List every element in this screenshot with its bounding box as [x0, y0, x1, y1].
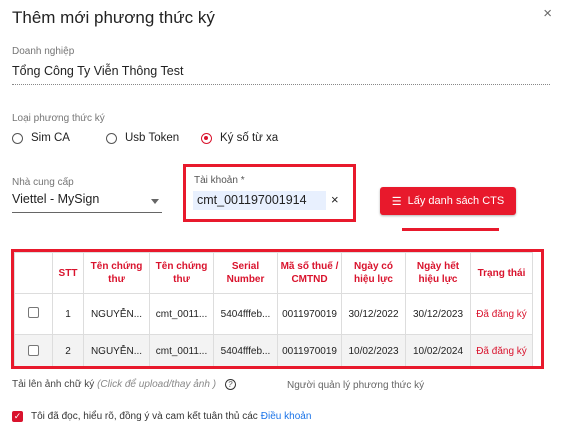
method-label: Loại phương thức ký — [12, 113, 105, 124]
help-icon[interactable]: ? — [224, 379, 236, 390]
provider-select[interactable]: Viettel - MySign — [12, 192, 99, 206]
upload-hint: (Click để upload/thay ảnh ) — [97, 379, 217, 390]
row-tax-id: 0011970019 — [277, 293, 342, 335]
header-select — [14, 252, 53, 294]
header-valid-from: Ngày có hiệu lực — [341, 252, 406, 294]
row-cert-name-2: cmt_0011... — [149, 293, 214, 335]
radio-label: Usb Token — [125, 132, 180, 144]
get-cts-list-button[interactable]: ☰ Lấy danh sách CTS — [380, 187, 516, 215]
row-checkbox[interactable] — [28, 344, 39, 356]
row-cert-name: NGUYỄN... — [83, 334, 150, 366]
manager-label: Người quản lý phương thức ký — [287, 380, 425, 391]
certificate-table: STT Tên chứng thư Tên chứng thư Serial N… — [11, 249, 544, 369]
radio-remote-sign[interactable]: Ký số từ xa — [201, 132, 278, 144]
account-label: Tài khoản * — [194, 175, 245, 186]
header-status: Trạng thái — [470, 252, 533, 294]
row-stt: 2 — [52, 334, 84, 366]
clear-icon[interactable]: × — [331, 192, 339, 207]
check-icon[interactable]: ✓ — [12, 411, 23, 422]
account-input[interactable]: cmt_001197001914 — [193, 191, 326, 210]
radio-icon — [106, 132, 117, 144]
upload-signature[interactable]: Tải lên ảnh chữ ký (Click để upload/thay… — [12, 379, 236, 390]
header-valid-to: Ngày hết hiệu lực — [405, 252, 471, 294]
row-status: Đã đăng ký — [470, 293, 533, 335]
radio-selected-icon — [201, 132, 212, 144]
row-valid-to: 10/02/2024 — [405, 334, 471, 366]
row-stt: 1 — [52, 293, 84, 335]
row-valid-from: 10/02/2023 — [341, 334, 406, 366]
header-cert-name: Tên chứng thư — [83, 252, 150, 294]
header-stt: STT — [52, 252, 84, 294]
row-serial: 5404fffeb... — [213, 293, 278, 335]
radio-sim-ca[interactable]: Sim CA — [12, 132, 70, 144]
header-serial: Serial Number — [213, 252, 278, 294]
dialog-title: Thêm mới phương thức ký — [12, 8, 215, 27]
button-underline — [402, 228, 499, 231]
row-checkbox[interactable] — [28, 307, 39, 318]
company-value: Tổng Công Ty Viễn Thông Test — [12, 64, 184, 78]
table-row[interactable]: 1 NGUYỄN... cmt_0011... 5404fffeb... 001… — [14, 293, 533, 335]
row-cert-name-2: cmt_0011... — [149, 334, 214, 366]
radio-icon — [12, 132, 23, 144]
row-valid-to: 30/12/2023 — [405, 293, 471, 335]
radio-label: Sim CA — [31, 132, 70, 144]
list-icon: ☰ — [391, 195, 402, 208]
row-status: Đã đăng ký — [470, 334, 533, 366]
get-cts-list-label: Lấy danh sách CTS — [407, 195, 505, 207]
close-icon[interactable]: × — [543, 5, 552, 22]
terms-link[interactable]: Điều khoản — [261, 411, 312, 422]
upload-label: Tải lên ảnh chữ ký — [12, 379, 95, 390]
radio-label: Ký số từ xa — [220, 132, 279, 144]
agree-terms[interactable]: ✓ Tôi đã đọc, hiểu rõ, đồng ý và cam kết… — [12, 411, 311, 422]
company-label: Doanh nghiệp — [12, 46, 75, 57]
row-cert-name: NGUYỄN... — [83, 293, 150, 335]
chevron-down-icon[interactable] — [151, 199, 159, 204]
table-header-row: STT Tên chứng thư Tên chứng thư Serial N… — [14, 252, 533, 294]
provider-underline — [12, 212, 162, 213]
radio-usb-token[interactable]: Usb Token — [106, 132, 179, 144]
agree-text: Tôi đã đọc, hiểu rõ, đồng ý và cam kết t… — [31, 411, 258, 422]
company-divider — [12, 84, 550, 85]
header-tax-id: Mã số thuế / CMTND — [277, 252, 342, 294]
row-tax-id: 0011970019 — [277, 334, 342, 366]
table-row[interactable]: 2 NGUYỄN... cmt_0011... 5404fffeb... 001… — [14, 334, 533, 366]
provider-label: Nhà cung cấp — [12, 177, 74, 188]
row-valid-from: 30/12/2022 — [341, 293, 406, 335]
row-serial: 5404fffeb... — [213, 334, 278, 366]
header-cert-name-2: Tên chứng thư — [149, 252, 214, 294]
